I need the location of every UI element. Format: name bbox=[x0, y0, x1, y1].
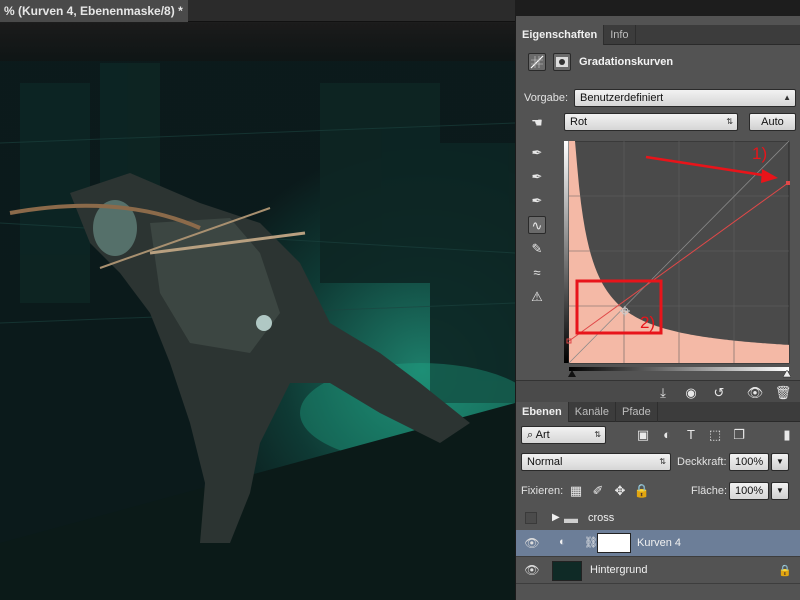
filter-toggle-icon[interactable]: ▮ bbox=[778, 426, 796, 444]
curve-point-icon[interactable]: ∿ bbox=[528, 216, 546, 234]
blend-mode-select[interactable]: Normal ⇅ bbox=[521, 453, 671, 471]
layer-row-cross[interactable]: ▶ ▬ cross bbox=[516, 505, 800, 532]
view-previous-icon[interactable]: ◉ bbox=[682, 384, 700, 402]
eye-icon[interactable]: 👁 bbox=[524, 536, 540, 550]
lock-position-icon[interactable]: ✥ bbox=[611, 482, 629, 500]
white-point-slider bbox=[782, 369, 791, 378]
preset-select[interactable]: Benutzerdefiniert ▲ bbox=[574, 89, 796, 107]
layer-row-kurven-4[interactable]: 👁 ◐ ⛓ Kurven 4 bbox=[516, 530, 800, 557]
filter-pixel-icon[interactable]: ▣ bbox=[634, 426, 652, 444]
input-gradient-strip bbox=[569, 367, 789, 371]
sample-black-icon[interactable]: ✒ bbox=[528, 144, 546, 162]
curve-point-white bbox=[786, 181, 790, 185]
lock-icon: 🔒 bbox=[778, 565, 792, 577]
lock-all-icon[interactable]: 🔒 bbox=[633, 482, 651, 500]
layer-name: Kurven 4 bbox=[637, 537, 682, 549]
lock-transparency-icon[interactable]: ▦ bbox=[567, 482, 585, 500]
archer-photo bbox=[0, 23, 515, 600]
layer-filter-value: Art bbox=[535, 429, 550, 441]
blend-mode-value: Normal bbox=[527, 456, 563, 468]
layer-mask-icon[interactable] bbox=[553, 53, 571, 71]
properties-layers-panel: Eigenschaften Info Gradationskurven Vorg… bbox=[515, 16, 800, 600]
visibility-icon[interactable]: 👁 bbox=[746, 384, 764, 402]
annotation-1: 1) bbox=[752, 144, 767, 163]
tab-kanaele[interactable]: Kanäle bbox=[569, 402, 616, 422]
lock-pixels-icon[interactable]: ✐ bbox=[589, 482, 607, 500]
sample-white-icon[interactable]: ✒ bbox=[528, 192, 546, 210]
image-canvas[interactable] bbox=[0, 23, 515, 600]
layer-name: Hintergrund bbox=[590, 564, 648, 576]
layer-row-hintergrund[interactable]: 👁 Hintergrund 🔒 bbox=[516, 557, 800, 584]
adjustment-title: Gradationskurven bbox=[579, 56, 674, 68]
eye-icon[interactable]: 👁 bbox=[524, 563, 540, 577]
select-arrow-icon: ⇅ bbox=[726, 117, 733, 126]
select-arrow-icon: ▲ bbox=[783, 93, 791, 102]
preset-label: Vorgabe: bbox=[524, 92, 569, 104]
visibility-toggle[interactable] bbox=[525, 512, 537, 524]
tab-eigenschaften[interactable]: Eigenschaften bbox=[516, 25, 605, 45]
layer-thumbnail bbox=[552, 561, 582, 581]
layers-tab-row: Ebenen Kanäle Pfade bbox=[516, 402, 800, 422]
folder-icon: ▬ bbox=[564, 510, 578, 526]
filter-type-icon[interactable]: T bbox=[682, 426, 700, 444]
smooth-icon[interactable]: ≈ bbox=[528, 264, 546, 282]
search-icon: ⌕ bbox=[527, 429, 536, 441]
trash-icon[interactable]: 🗑 bbox=[774, 384, 792, 402]
fill-input[interactable]: 100% bbox=[729, 482, 769, 500]
auto-button[interactable]: Auto bbox=[749, 113, 796, 131]
filter-smart-object-icon[interactable]: ❐ bbox=[730, 426, 748, 444]
black-point-slider bbox=[568, 370, 576, 377]
curves-graph[interactable]: 1) 2) bbox=[564, 141, 791, 378]
opacity-dropdown[interactable]: ▼ bbox=[771, 453, 789, 471]
output-gradient-strip bbox=[564, 141, 569, 363]
properties-tab-row: Eigenschaften Info bbox=[516, 25, 800, 45]
on-image-adjust-icon[interactable]: ☚ bbox=[528, 114, 546, 132]
filter-adjustment-icon[interactable]: ◐ bbox=[658, 426, 676, 444]
pencil-icon[interactable]: ✎ bbox=[528, 240, 546, 258]
clip-to-layer-icon[interactable]: ⤓ bbox=[654, 384, 672, 402]
document-tab-bar: % (Kurven 4, Ebenenmaske/8) * bbox=[0, 0, 515, 22]
tab-ebenen[interactable]: Ebenen bbox=[516, 402, 569, 422]
annotation-2: 2) bbox=[640, 313, 655, 332]
channel-value: Rot bbox=[570, 116, 588, 128]
curves-adjustment-icon[interactable] bbox=[528, 53, 546, 71]
opacity-label: Deckkraft: bbox=[677, 456, 727, 468]
filter-shape-icon[interactable]: ⬚ bbox=[706, 426, 724, 444]
fill-label: Fläche: bbox=[691, 485, 728, 497]
layer-name: cross bbox=[588, 512, 615, 524]
layer-filter-select[interactable]: ⌕ Art ⇅ bbox=[521, 426, 606, 444]
link-icon[interactable]: ⛓ bbox=[584, 536, 598, 549]
group-expand-icon[interactable]: ▶ bbox=[552, 512, 560, 523]
reset-icon[interactable]: ↺ bbox=[710, 384, 728, 402]
document-tab[interactable]: % (Kurven 4, Ebenenmaske/8) * bbox=[0, 0, 188, 22]
preset-value: Benutzerdefiniert bbox=[580, 92, 664, 104]
tab-info[interactable]: Info bbox=[604, 25, 636, 45]
curves-adjustment-icon: ◐ bbox=[559, 536, 566, 548]
lock-label: Fixieren: bbox=[521, 485, 564, 497]
opacity-input[interactable]: 100% bbox=[729, 453, 769, 471]
tab-pfade[interactable]: Pfade bbox=[616, 402, 658, 422]
clipping-warning-icon[interactable]: ⚠ bbox=[528, 288, 546, 306]
layer-mask-thumbnail[interactable] bbox=[597, 533, 631, 553]
fill-dropdown[interactable]: ▼ bbox=[771, 482, 789, 500]
select-arrow-icon: ⇅ bbox=[594, 430, 601, 439]
select-arrow-icon: ⇅ bbox=[659, 457, 666, 466]
channel-select[interactable]: Rot ⇅ bbox=[564, 113, 738, 131]
sample-gray-icon[interactable]: ✒ bbox=[528, 168, 546, 186]
properties-footer: ⤓ ◉ ↺ 👁 🗑 bbox=[516, 380, 800, 404]
